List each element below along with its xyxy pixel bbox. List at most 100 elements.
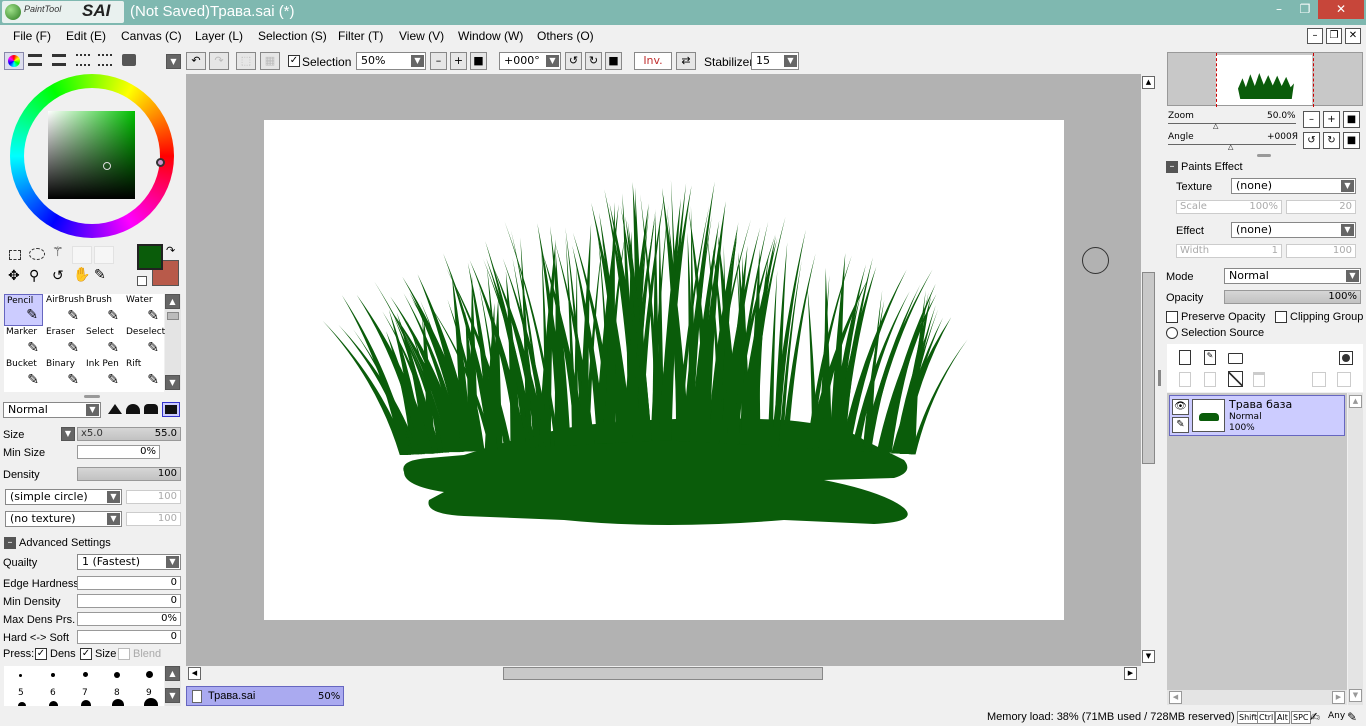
nav-rotate-cw-button[interactable]: ↻ bbox=[1323, 132, 1340, 149]
effect-dropdown[interactable]: (none) ▼ bbox=[1231, 222, 1356, 238]
layer-visibility-icon[interactable]: 👁 bbox=[1172, 399, 1189, 415]
min-density-slider[interactable]: 0 bbox=[77, 594, 181, 608]
layer-list-scrollbar[interactable]: ▲ ▼ bbox=[1348, 393, 1363, 705]
hsv-slider-icon[interactable] bbox=[52, 54, 66, 66]
edge-hardness-slider[interactable]: 0 bbox=[77, 576, 181, 590]
size-preset-label[interactable]: 7 bbox=[82, 688, 88, 698]
undo-button[interactable]: ↶ bbox=[186, 52, 206, 70]
nav-zoom-thumb[interactable]: △ bbox=[1213, 122, 1218, 130]
tool-binary[interactable]: Binary ✎ bbox=[44, 358, 83, 390]
menu-others[interactable]: Others (O) bbox=[537, 29, 594, 43]
layer-paint-icon[interactable]: ✎ bbox=[1172, 417, 1189, 433]
minimize-button[interactable]: – bbox=[1266, 0, 1292, 19]
tool-ink-pen[interactable]: Ink Pen ✎ bbox=[84, 358, 123, 390]
brush-shape-sharp-icon[interactable] bbox=[108, 404, 122, 414]
new-linework-layer-icon[interactable]: ✎ bbox=[1204, 350, 1216, 365]
nav-rotate-reset-button[interactable]: ■ bbox=[1343, 132, 1360, 149]
angle-dropdown[interactable]: +000° ▼ bbox=[499, 52, 561, 70]
foreground-color-swatch[interactable] bbox=[137, 244, 163, 270]
flip-horizontal-button[interactable]: ⇄ bbox=[676, 52, 696, 70]
rotate-icon[interactable]: ↺ bbox=[52, 268, 64, 284]
hue-marker[interactable] bbox=[156, 158, 165, 167]
lasso-icon[interactable] bbox=[29, 248, 45, 260]
paints-effect-header[interactable]: Paints Effect bbox=[1181, 161, 1243, 173]
rect-select-icon[interactable] bbox=[9, 250, 21, 260]
menu-view[interactable]: View (V) bbox=[399, 29, 444, 43]
tool-water[interactable]: Water ✎ bbox=[124, 294, 163, 326]
document-tab[interactable]: Трава.sai 50% bbox=[186, 686, 344, 706]
rotate-ccw-button[interactable]: ↺ bbox=[565, 52, 582, 70]
mdi-minimize-button[interactable]: – bbox=[1307, 28, 1323, 44]
clear-layer-icon[interactable] bbox=[1228, 371, 1243, 387]
collapse-advanced-icon[interactable]: – bbox=[4, 537, 16, 549]
zoom-in-button[interactable]: + bbox=[450, 52, 467, 70]
canvas-vertical-scrollbar[interactable]: ▲ ▼ bbox=[1141, 74, 1157, 666]
canvas-area[interactable] bbox=[186, 74, 1141, 666]
press-size-checkbox[interactable]: ✓ bbox=[80, 648, 92, 660]
density-slider[interactable]: 100 bbox=[77, 467, 181, 481]
tool-airbrush[interactable]: AirBrush ✎ bbox=[44, 294, 84, 326]
menu-layer[interactable]: Layer (L) bbox=[195, 29, 243, 43]
size-multiplier-dropdown[interactable]: ▼ bbox=[61, 427, 75, 441]
saturation-value-square[interactable] bbox=[48, 111, 135, 199]
close-button[interactable]: ✕ bbox=[1318, 0, 1364, 19]
layer-mode-dropdown[interactable]: Normal ▼ bbox=[1224, 268, 1361, 284]
clipping-group-checkbox[interactable] bbox=[1275, 311, 1287, 323]
tool-deselect[interactable]: Deselect ✎ bbox=[124, 326, 165, 358]
size-presets-scrollbar[interactable]: ▲ ▼ bbox=[165, 666, 181, 706]
advanced-settings-header[interactable]: Advanced Settings bbox=[19, 537, 111, 549]
stabilizer-dropdown[interactable]: 15 ▼ bbox=[751, 52, 799, 70]
size-preset-label[interactable]: 5 bbox=[18, 688, 24, 698]
nav-zoom-slider[interactable] bbox=[1168, 123, 1296, 124]
panel-menu-button[interactable]: ▼ bbox=[166, 54, 181, 69]
eyedropper-icon[interactable]: ✎ bbox=[94, 267, 106, 283]
nav-angle-thumb[interactable]: △ bbox=[1228, 143, 1233, 151]
layer-mask-icon[interactable] bbox=[1339, 351, 1353, 365]
menu-file[interactable]: File (F) bbox=[13, 29, 51, 43]
tool-rift[interactable]: Rift ✎ bbox=[124, 358, 163, 390]
color-picker-marker[interactable] bbox=[103, 162, 111, 170]
tool-scrollbar[interactable]: ▲ ▼ bbox=[165, 294, 181, 390]
canvas-horizontal-scrollbar[interactable]: ◀ ▶ bbox=[186, 666, 1141, 682]
nav-zoom-in-button[interactable]: + bbox=[1323, 111, 1340, 128]
selection-visible-checkbox[interactable]: ✓ bbox=[288, 55, 300, 67]
tool-marker[interactable]: Marker ✎ bbox=[4, 326, 43, 358]
size-preset-label[interactable]: 8 bbox=[114, 688, 120, 698]
menu-edit[interactable]: Edit (E) bbox=[66, 29, 106, 43]
nav-zoom-reset-button[interactable]: ■ bbox=[1343, 111, 1360, 128]
nav-zoom-out-button[interactable]: – bbox=[1303, 111, 1320, 128]
press-dens-checkbox[interactable]: ✓ bbox=[35, 648, 47, 660]
size-preset-label[interactable]: 9 bbox=[146, 688, 152, 698]
max-dens-slider[interactable]: 0% bbox=[77, 612, 181, 626]
panel-splitter[interactable] bbox=[1257, 154, 1271, 157]
brush-texture-dropdown[interactable]: (no texture) ▼ bbox=[5, 511, 122, 527]
menu-window[interactable]: Window (W) bbox=[458, 29, 523, 43]
brush-shape-dropdown[interactable]: (simple circle) ▼ bbox=[5, 489, 122, 505]
magic-wand-icon[interactable]: ⚚ bbox=[52, 245, 64, 260]
zoom-reset-button[interactable]: ■ bbox=[470, 52, 487, 70]
layer-item[interactable]: 👁 ✎ Трава база Normal 100% bbox=[1169, 395, 1345, 436]
quality-dropdown[interactable]: 1 (Fastest) ▼ bbox=[77, 554, 181, 570]
hard-soft-slider[interactable]: 0 bbox=[77, 630, 181, 644]
color-wheel-mode-icon[interactable] bbox=[4, 52, 24, 70]
menu-selection[interactable]: Selection (S) bbox=[258, 29, 327, 43]
tool-pencil[interactable]: Pencil ✎ bbox=[4, 294, 43, 326]
size-preset-label[interactable]: 6 bbox=[50, 688, 56, 698]
zoom-icon[interactable]: ⚲ bbox=[29, 268, 39, 284]
mdi-restore-button[interactable]: ❐ bbox=[1326, 28, 1342, 44]
panel-splitter[interactable] bbox=[84, 395, 100, 398]
brush-shape-square-icon[interactable] bbox=[162, 402, 180, 417]
hand-icon[interactable]: ✋ bbox=[73, 267, 90, 283]
size-slider[interactable]: x5.0 55.0 bbox=[77, 427, 181, 441]
layer-opacity-slider[interactable]: 100% bbox=[1224, 290, 1361, 304]
navigator-preview[interactable] bbox=[1167, 52, 1363, 107]
texture-dropdown[interactable]: (none) ▼ bbox=[1231, 178, 1356, 194]
rotate-cw-button[interactable]: ↻ bbox=[585, 52, 602, 70]
preserve-opacity-checkbox[interactable] bbox=[1166, 311, 1178, 323]
tool-eraser[interactable]: Eraser ✎ bbox=[44, 326, 83, 358]
blend-mode-dropdown[interactable]: Normal ▼ bbox=[3, 402, 101, 418]
menu-filter[interactable]: Filter (T) bbox=[338, 29, 383, 43]
right-panel-splitter[interactable] bbox=[1158, 370, 1161, 386]
menu-canvas[interactable]: Canvas (C) bbox=[121, 29, 182, 43]
collapse-paints-effect-icon[interactable]: – bbox=[1166, 161, 1178, 173]
